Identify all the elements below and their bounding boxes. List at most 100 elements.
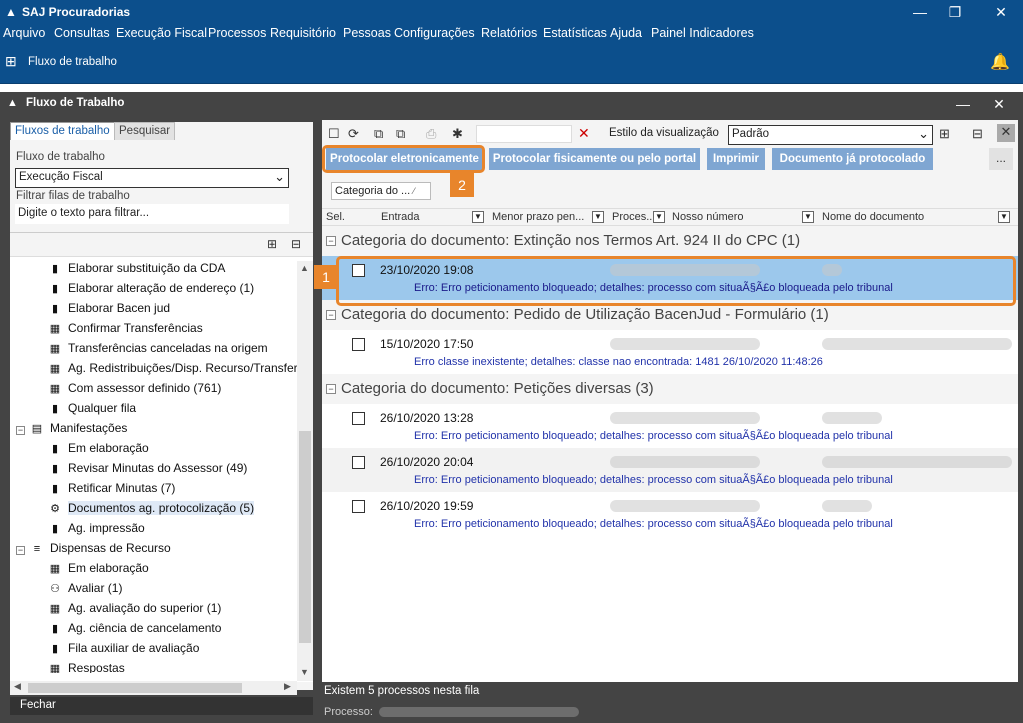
row-checkbox[interactable] bbox=[352, 500, 365, 513]
col-nome-documento[interactable]: Nome do documento bbox=[822, 211, 924, 223]
col-entrada[interactable]: Entrada bbox=[381, 211, 420, 223]
expand-all-icon[interactable]: ⊞ bbox=[267, 237, 277, 251]
menu-relatorios[interactable]: Relatórios bbox=[481, 26, 537, 40]
print-icon[interactable]: ⎙ bbox=[426, 126, 436, 142]
workflow-button[interactable]: Fluxo de trabalho bbox=[28, 56, 117, 68]
menu-pessoas[interactable]: Pessoas bbox=[343, 26, 391, 40]
menu-consultas[interactable]: Consultas bbox=[54, 26, 110, 40]
collapse-icon[interactable]: − bbox=[326, 384, 336, 394]
tree-item[interactable]: ▮ Elaborar alteração de endereço (1) bbox=[48, 281, 254, 301]
window-close-button[interactable]: ✕ bbox=[984, 94, 1014, 114]
columns-icon[interactable]: ⊟ bbox=[972, 126, 983, 142]
clear-icon[interactable]: ✕ bbox=[578, 125, 590, 142]
row-checkbox[interactable] bbox=[352, 412, 365, 425]
run-icon[interactable]: ✱ bbox=[452, 126, 463, 142]
col-sel[interactable]: Sel. bbox=[326, 211, 345, 223]
collapse-icon[interactable]: − bbox=[326, 236, 336, 246]
menu-ajuda[interactable]: Ajuda bbox=[610, 26, 642, 40]
row-checkbox[interactable] bbox=[352, 338, 365, 351]
tree-item[interactable]: ▮ Ag. ciência de cancelamento bbox=[48, 621, 221, 641]
col-menor-prazo-filter-icon[interactable]: ▼ bbox=[592, 211, 604, 223]
scroll-down-icon[interactable]: ▼ bbox=[300, 667, 309, 677]
tree-item[interactable]: ▦ Transferências canceladas na origem bbox=[48, 341, 268, 361]
tree-item[interactable]: − ≡ Dispensas de Recurso bbox=[16, 541, 171, 561]
window-minimize-button[interactable]: — bbox=[948, 94, 978, 114]
documento-ja-protocolado-button[interactable]: Documento já protocolado bbox=[772, 148, 933, 170]
tab-pesquisar[interactable]: Pesquisar bbox=[114, 122, 176, 140]
menu-arquivo[interactable]: Arquivo bbox=[3, 26, 45, 40]
col-menor-prazo[interactable]: Menor prazo pen... bbox=[492, 211, 584, 223]
tree-item[interactable]: − ▤ Manifestações bbox=[16, 421, 127, 441]
menu-requisitorio[interactable]: Requisitório bbox=[270, 26, 336, 40]
tree-horizontal-scrollbar[interactable]: ◀ ▶ bbox=[10, 681, 297, 695]
tree-item[interactable]: ▦ Confirmar Transferências bbox=[48, 321, 203, 341]
tree-item[interactable]: ▮ Elaborar substituição da CDA bbox=[48, 261, 225, 281]
more-button[interactable]: ... bbox=[989, 148, 1013, 170]
minimize-button[interactable]: — bbox=[905, 2, 935, 22]
menu-painel-indicadores[interactable]: Painel Indicadores bbox=[651, 26, 754, 40]
menu-estatisticas[interactable]: Estatísticas bbox=[543, 26, 607, 40]
tree-item[interactable]: ▦ Com assessor definido (761) bbox=[48, 381, 222, 401]
col-processo[interactable]: Proces... bbox=[612, 211, 655, 223]
protocolar-fisicamente-button[interactable]: Protocolar fisicamente ou pelo portal bbox=[489, 148, 700, 170]
tree-item[interactable]: ▦ Ag. Redistribuições/Disp. Recurso/Trans… bbox=[48, 361, 297, 381]
tree-item[interactable]: ▮ Em elaboração bbox=[48, 441, 149, 461]
tree-item[interactable]: ▦ Respostas bbox=[48, 661, 125, 673]
tab-fluxos[interactable]: Fluxos de trabalho bbox=[10, 122, 115, 140]
tree-item[interactable]: ⚇ Avaliar (1) bbox=[48, 581, 122, 601]
filter-input[interactable]: Digite o texto para filtrar... bbox=[15, 204, 289, 224]
paste-icon[interactable]: ⧉ bbox=[396, 126, 405, 142]
scroll-up-icon[interactable]: ▲ bbox=[300, 263, 309, 273]
tree-collapse-icon[interactable]: − bbox=[16, 426, 25, 435]
estilo-select[interactable]: Padrão ⌄ bbox=[728, 125, 933, 145]
main-toolbar: ⊞ Fluxo de trabalho 🔔 bbox=[0, 44, 1023, 84]
menu-processos[interactable]: Processos bbox=[208, 26, 266, 40]
tree-item[interactable]: ▮ Fila auxiliar de avaliação bbox=[48, 641, 199, 661]
scroll-right-icon[interactable]: ▶ bbox=[284, 681, 291, 692]
group-by-chip[interactable]: Categoria do ... ⁄ bbox=[331, 182, 431, 200]
tree-item[interactable]: ▦ Ag. avaliação do superior (1) bbox=[48, 601, 222, 621]
tree-collapse-icon[interactable]: − bbox=[16, 546, 25, 555]
col-nosso-numero[interactable]: Nosso número bbox=[672, 211, 744, 223]
select-all-icon[interactable]: ☐ bbox=[328, 126, 340, 142]
group-header[interactable]: − Categoria do documento: Petições divers… bbox=[322, 374, 1018, 404]
group-header[interactable]: − Categoria do documento: Extinção nos Te… bbox=[322, 226, 1018, 256]
table-row[interactable]: 26/10/2020 19:59 Erro: Erro peticionamen… bbox=[322, 492, 1018, 536]
scroll-left-icon[interactable]: ◀ bbox=[14, 681, 21, 692]
table-row[interactable]: 26/10/2020 20:04 Erro: Erro peticionamen… bbox=[322, 448, 1018, 492]
tree-item[interactable]: ⚙ Documentos ag. protocolização (5) bbox=[48, 501, 255, 521]
refresh-icon[interactable]: ⟳ bbox=[348, 126, 359, 142]
table-row[interactable]: 15/10/2020 17:50 Erro classe inexistente… bbox=[322, 330, 1018, 374]
row-checkbox[interactable] bbox=[352, 456, 365, 469]
layout-icon[interactable]: ⊞ bbox=[939, 126, 950, 142]
workflow-icon[interactable]: ⊞ bbox=[5, 53, 17, 70]
fluxo-select[interactable]: Execução Fiscal ⌄ bbox=[15, 168, 289, 188]
tree-item[interactable]: ▮ Retificar Minutas (7) bbox=[48, 481, 175, 501]
table-row[interactable]: 26/10/2020 13:28 Erro: Erro peticionamen… bbox=[322, 404, 1018, 448]
col-entrada-filter-icon[interactable]: ▼ bbox=[472, 211, 484, 223]
menu-execucao-fiscal[interactable]: Execução Fiscal bbox=[116, 26, 207, 40]
tree-item[interactable]: ▦ Em elaboração bbox=[48, 561, 149, 581]
imprimir-button[interactable]: Imprimir bbox=[707, 148, 765, 170]
tree-item[interactable]: ▮ Qualquer fila bbox=[48, 401, 136, 421]
col-nosso-numero-filter-icon[interactable]: ▼ bbox=[802, 211, 814, 223]
fechar-button[interactable]: Fechar bbox=[10, 697, 313, 715]
maximize-button[interactable]: ❐ bbox=[940, 2, 970, 22]
col-processo-filter-icon[interactable]: ▼ bbox=[653, 211, 665, 223]
tree-item[interactable]: ▮ Elaborar Bacen jud bbox=[48, 301, 170, 321]
bell-icon[interactable]: 🔔 bbox=[990, 52, 1010, 72]
col-nome-documento-filter-icon[interactable]: ▼ bbox=[998, 211, 1010, 223]
filter-clear-icon[interactable]: ✕ bbox=[997, 124, 1015, 142]
tree-vertical-scrollbar[interactable]: ▲ ▼ bbox=[297, 261, 313, 681]
grid-icon: ▦ bbox=[49, 363, 61, 375]
close-button[interactable]: ✕ bbox=[986, 2, 1016, 22]
process-search-input[interactable] bbox=[476, 125, 572, 143]
collapse-icon[interactable]: − bbox=[326, 310, 336, 320]
collapse-all-icon[interactable]: ⊟ bbox=[291, 237, 301, 251]
hscroll-thumb[interactable] bbox=[28, 683, 242, 693]
scroll-thumb[interactable] bbox=[299, 431, 311, 643]
menu-configuracoes[interactable]: Configurações bbox=[394, 26, 475, 40]
copy-icon[interactable]: ⧉ bbox=[374, 126, 383, 142]
tree-item[interactable]: ▮ Revisar Minutas do Assessor (49) bbox=[48, 461, 247, 481]
tree-item[interactable]: ▮ Ag. impressão bbox=[48, 521, 145, 541]
